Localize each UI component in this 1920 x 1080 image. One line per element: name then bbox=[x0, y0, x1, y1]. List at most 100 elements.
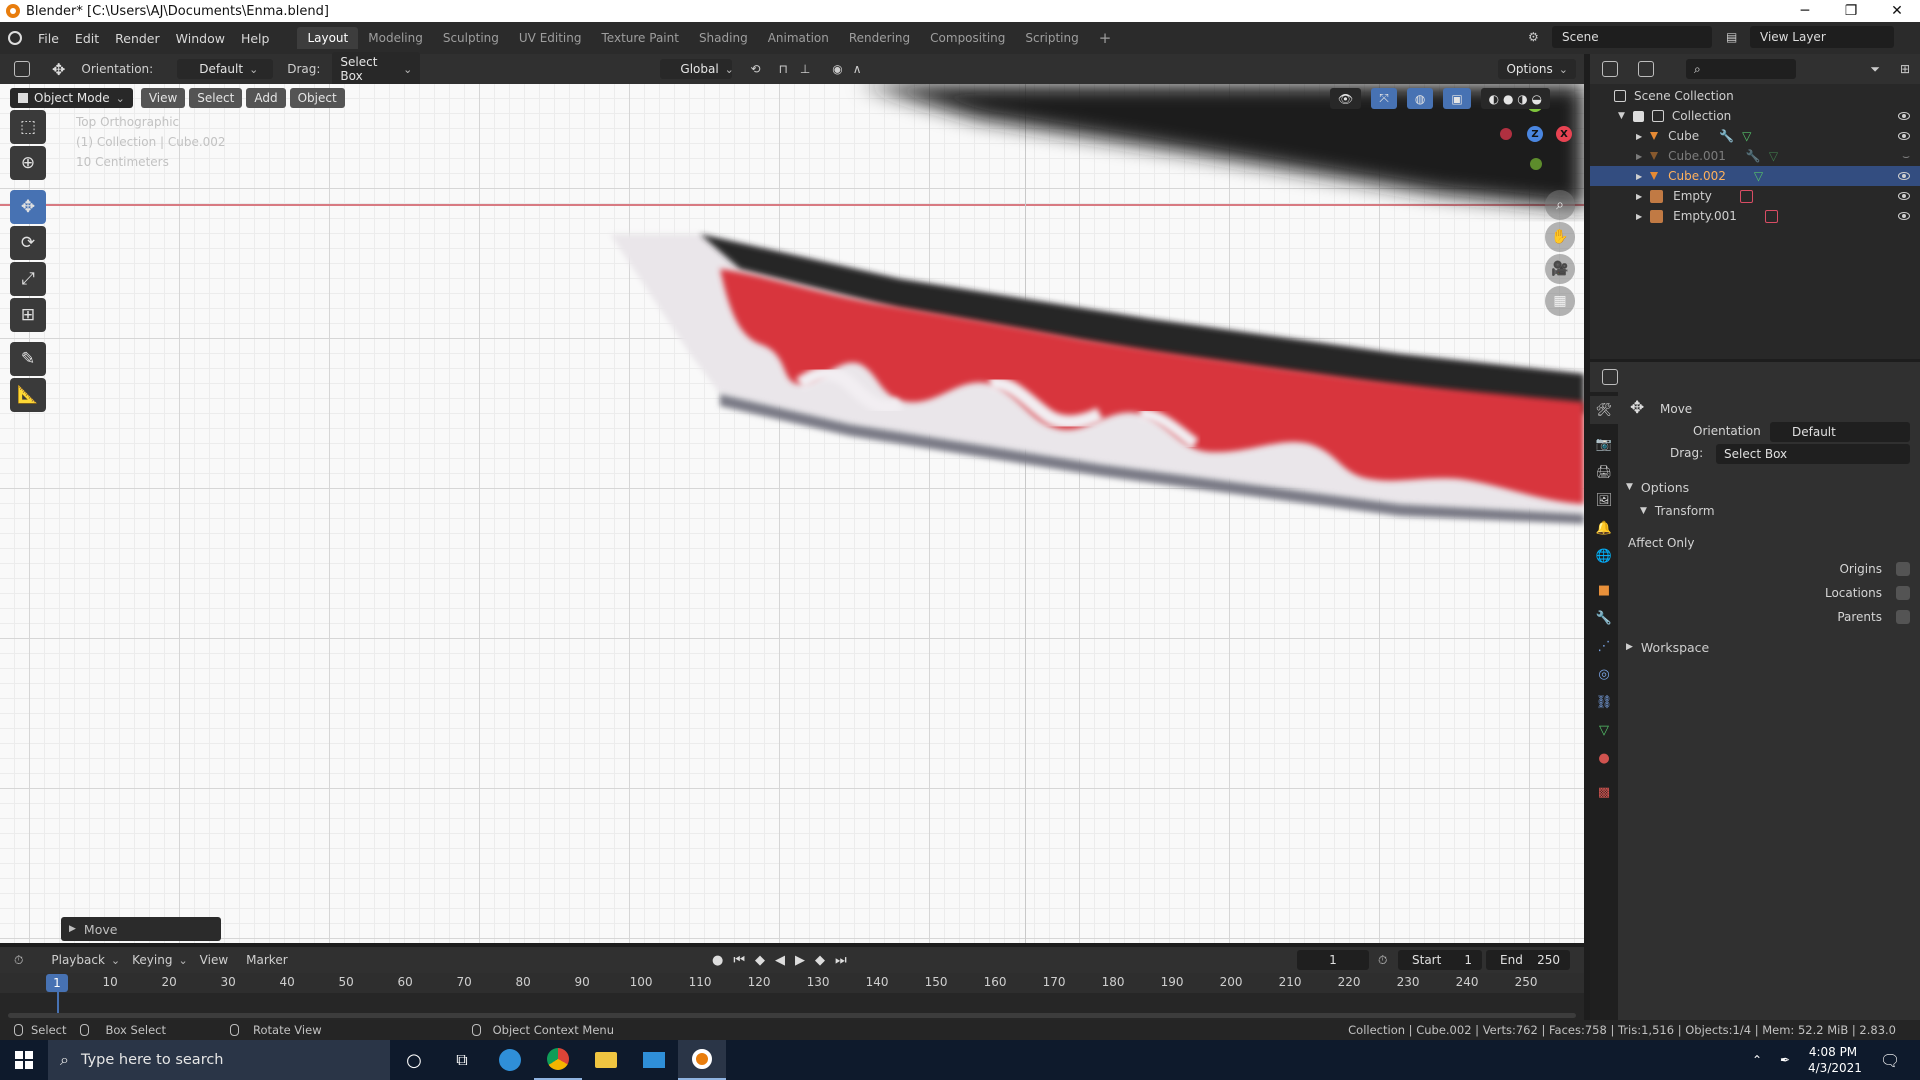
tab-compositing[interactable]: Compositing bbox=[920, 27, 1015, 49]
texture-tab-icon[interactable]: ▩ bbox=[1590, 778, 1618, 806]
eye-icon[interactable] bbox=[1898, 112, 1910, 120]
locations-checkbox[interactable] bbox=[1896, 586, 1910, 600]
menu-render[interactable]: Render bbox=[107, 31, 168, 46]
options-panel-header[interactable]: ▼ Options bbox=[1618, 476, 1920, 498]
outliner-item-cube-002[interactable]: ▶ Cube.002 ▽ bbox=[1590, 166, 1920, 186]
record-icon[interactable]: ● bbox=[712, 953, 723, 968]
xray-icon[interactable]: ▣ bbox=[1443, 88, 1471, 109]
expand-icon[interactable]: ▶ bbox=[1636, 192, 1642, 201]
menu-marker[interactable]: Marker bbox=[246, 953, 287, 967]
camera-view-icon[interactable]: 🎥 bbox=[1545, 254, 1575, 284]
mesh-data-icon[interactable]: ▽ bbox=[1742, 129, 1751, 143]
menu-file[interactable]: File bbox=[30, 31, 67, 46]
move-tool[interactable]: ✥ bbox=[10, 190, 46, 224]
proportional-edit-icon[interactable]: ◉ bbox=[832, 62, 842, 76]
filter-icon[interactable]: ⏷ bbox=[1870, 62, 1880, 77]
view-layer-tab-icon[interactable]: 🖼 bbox=[1590, 486, 1618, 514]
tab-layout[interactable]: Layout bbox=[297, 27, 359, 49]
3d-viewport[interactable]: Top Orthographic (1) Collection | Cube.0… bbox=[0, 84, 1584, 943]
task-view-icon[interactable]: ⧉ bbox=[438, 1040, 486, 1080]
jump-start-icon[interactable]: ⏮ bbox=[733, 953, 745, 968]
file-explorer-icon[interactable] bbox=[582, 1040, 630, 1080]
gizmos-icon[interactable]: ⤧ bbox=[1371, 88, 1397, 109]
cortana-icon[interactable]: ○ bbox=[390, 1040, 438, 1080]
mode-dropdown[interactable]: Object Mode bbox=[10, 88, 133, 108]
windows-start-icon[interactable] bbox=[0, 1040, 48, 1080]
menu-view[interactable]: View bbox=[200, 953, 228, 967]
display-mode-icon[interactable] bbox=[1638, 61, 1654, 77]
eye-icon[interactable] bbox=[1898, 212, 1910, 220]
workspace-panel-header[interactable]: ▶ Workspace bbox=[1618, 636, 1920, 658]
blender-menu-icon[interactable] bbox=[0, 31, 30, 45]
last-operator-panel[interactable]: ▶ Move bbox=[61, 917, 221, 941]
tab-texture-paint[interactable]: Texture Paint bbox=[592, 27, 689, 49]
orientation-dropdown[interactable]: Default bbox=[177, 59, 274, 79]
menu-add[interactable]: Add bbox=[246, 88, 286, 108]
chrome-browser-icon[interactable] bbox=[534, 1040, 582, 1080]
restore-button[interactable]: ❐ bbox=[1828, 0, 1874, 22]
cursor-tool[interactable]: ⊕ bbox=[10, 146, 46, 180]
expand-icon[interactable]: ▶ bbox=[1636, 172, 1642, 181]
edge-browser-icon[interactable] bbox=[486, 1040, 534, 1080]
editor-type-icon[interactable] bbox=[14, 61, 30, 77]
close-button[interactable]: ✕ bbox=[1874, 0, 1920, 22]
sword-blade-model[interactable] bbox=[0, 84, 1584, 943]
notifications-icon[interactable]: 🗨 bbox=[1880, 1051, 1900, 1070]
blender-taskbar-icon[interactable] bbox=[678, 1040, 726, 1080]
modifier-wrench-icon[interactable]: 🔧 bbox=[1719, 129, 1734, 143]
tab-scripting[interactable]: Scripting bbox=[1015, 27, 1088, 49]
physics-tab-icon[interactable]: ◎ bbox=[1590, 660, 1618, 688]
overlays-icon[interactable]: ◍ bbox=[1406, 88, 1434, 109]
perspective-toggle-icon[interactable]: ▦ bbox=[1545, 286, 1575, 316]
eye-icon[interactable] bbox=[1898, 172, 1910, 180]
render-tab-icon[interactable]: 📷 bbox=[1590, 430, 1618, 458]
drag-dropdown[interactable]: Select Box bbox=[332, 52, 421, 86]
menu-keying[interactable]: Keying bbox=[132, 953, 188, 967]
hidden-eye-icon[interactable]: ⌣ bbox=[1902, 149, 1910, 164]
drag-dropdown[interactable]: Select Box bbox=[1716, 444, 1910, 464]
tray-chevron-icon[interactable]: ⌃ bbox=[1752, 1053, 1762, 1067]
start-frame-field[interactable]: Start 1 bbox=[1398, 950, 1482, 970]
play-icon[interactable]: ▶ bbox=[795, 953, 805, 968]
tab-sculpting[interactable]: Sculpting bbox=[433, 27, 509, 49]
outliner-item-empty[interactable]: ▶ Empty bbox=[1590, 186, 1920, 206]
taskbar-search-box[interactable]: ⌕ Type here to search bbox=[48, 1040, 390, 1080]
options-dropdown[interactable]: Options bbox=[1498, 59, 1576, 79]
preview-range-icon[interactable]: ⏱ bbox=[1378, 953, 1387, 968]
outliner-collection[interactable]: ▼ Collection bbox=[1590, 106, 1920, 126]
tab-uv-editing[interactable]: UV Editing bbox=[509, 27, 592, 49]
outliner-item-cube[interactable]: ▶ Cube 🔧 ▽ bbox=[1590, 126, 1920, 146]
pivot-point-icon[interactable]: ⟲ bbox=[750, 62, 760, 76]
object-tab-icon[interactable]: ■ bbox=[1590, 576, 1618, 604]
gizmo-x-axis[interactable]: X bbox=[1556, 126, 1572, 142]
world-tab-icon[interactable]: 🌐 bbox=[1590, 542, 1618, 570]
timeline-editor-icon[interactable]: ⏱ bbox=[14, 953, 23, 968]
expand-icon[interactable]: ▶ bbox=[1636, 132, 1642, 141]
image-data-icon[interactable] bbox=[1739, 189, 1753, 203]
outliner-item-empty-001[interactable]: ▶ Empty.001 bbox=[1590, 206, 1920, 226]
eye-icon[interactable] bbox=[1898, 132, 1910, 140]
new-collection-icon[interactable]: ⊞ bbox=[1900, 62, 1910, 76]
timeline-scrollbar[interactable] bbox=[8, 1013, 1576, 1018]
data-tab-icon[interactable]: ▽ bbox=[1590, 716, 1618, 744]
gizmo-neg-y[interactable] bbox=[1530, 158, 1542, 170]
gizmo-neg-x[interactable] bbox=[1500, 128, 1512, 140]
tab-modeling[interactable]: Modeling bbox=[358, 27, 433, 49]
menu-edit[interactable]: Edit bbox=[67, 31, 107, 46]
scale-tool[interactable]: ⤢ bbox=[10, 262, 46, 296]
tab-animation[interactable]: Animation bbox=[758, 27, 839, 49]
add-workspace-button[interactable]: + bbox=[1089, 25, 1122, 51]
annotate-tool[interactable]: ✎ bbox=[10, 342, 46, 376]
output-tab-icon[interactable]: 🖨 bbox=[1590, 458, 1618, 486]
collection-expand-icon[interactable]: ▼ bbox=[1618, 111, 1625, 121]
visibility-icon[interactable]: 👁 bbox=[1330, 88, 1362, 109]
view-layer-selector[interactable]: View Layer bbox=[1750, 26, 1894, 48]
parents-checkbox[interactable] bbox=[1896, 610, 1910, 624]
eye-icon[interactable] bbox=[1898, 192, 1910, 200]
end-frame-field[interactable]: End 250 bbox=[1486, 950, 1570, 970]
zoom-icon[interactable]: ⌕ bbox=[1545, 190, 1575, 220]
modifier-tab-icon[interactable]: 🔧 bbox=[1590, 604, 1618, 632]
tool-tab-icon[interactable]: 🛠 bbox=[1590, 396, 1618, 424]
expand-icon[interactable]: ▶ bbox=[1636, 152, 1642, 161]
prev-keyframe-icon[interactable]: ◆ bbox=[755, 953, 765, 968]
